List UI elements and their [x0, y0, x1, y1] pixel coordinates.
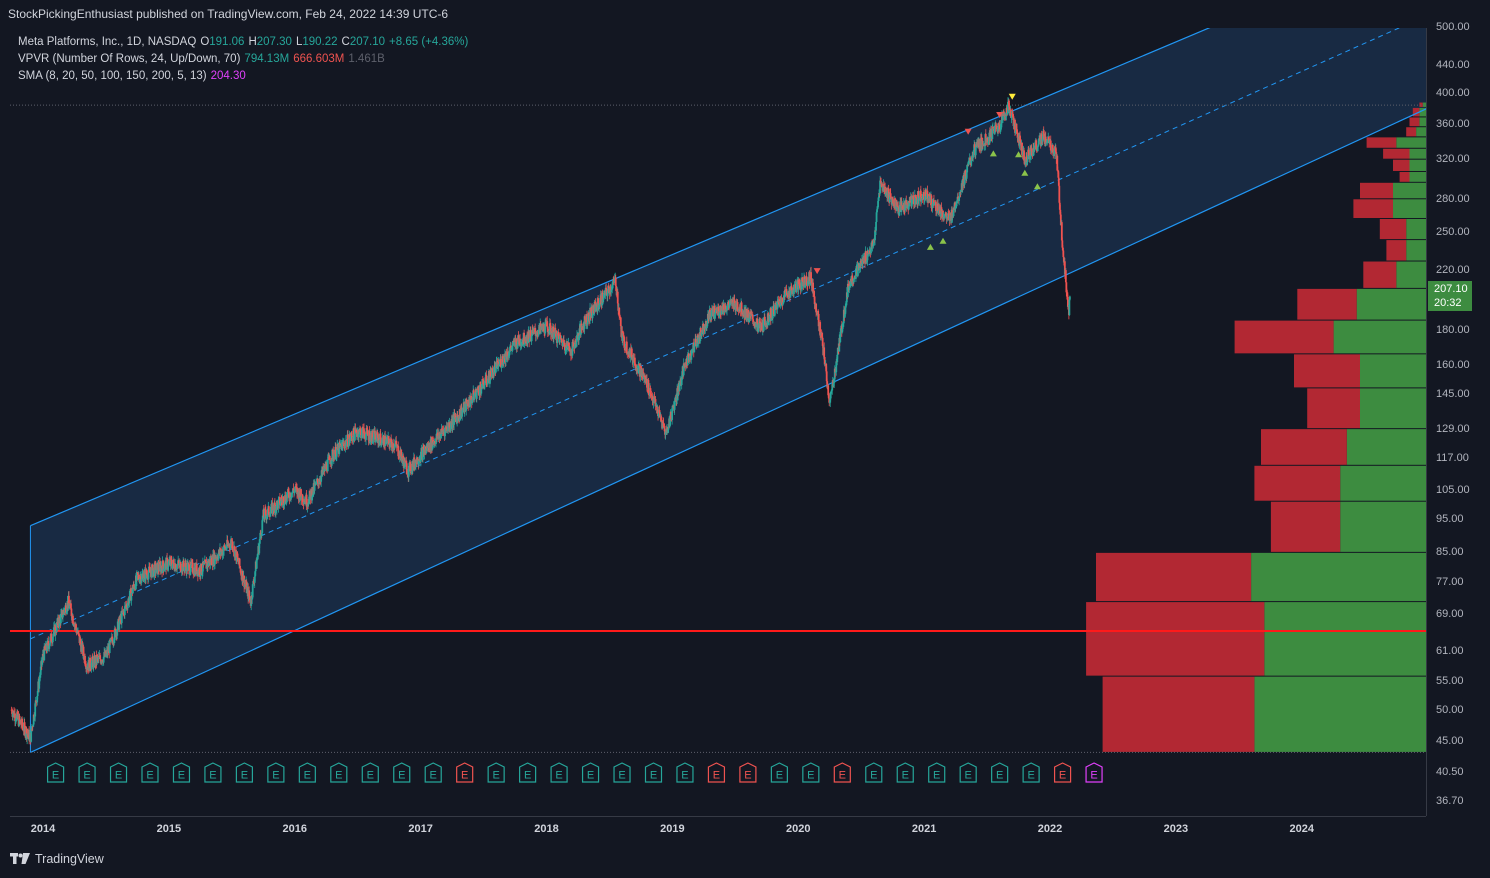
candle-body — [238, 558, 241, 567]
volume-profile-up-bar[interactable] — [1409, 171, 1427, 182]
candle-body — [616, 291, 619, 304]
candle-body — [78, 633, 80, 635]
volume-profile-up-bar[interactable] — [1360, 388, 1426, 429]
volume-profile-down-bar[interactable] — [1383, 148, 1410, 159]
chart-header: StockPickingEnthusiast published on Trad… — [0, 0, 1490, 28]
chart-svg[interactable]: EEEEEEEEEEEEEEEEEEEEEEEEEEEEEEEEEE — [10, 28, 1426, 816]
candle-body — [619, 317, 622, 327]
volume-profile-down-bar[interactable] — [1386, 240, 1407, 261]
volume-profile-down-bar[interactable] — [1261, 429, 1347, 465]
volume-profile-up-bar[interactable] — [1396, 137, 1426, 148]
candle-body — [530, 335, 533, 342]
candle-body — [70, 603, 72, 609]
volume-profile-up-bar[interactable] — [1393, 199, 1426, 218]
candle-body — [116, 629, 119, 636]
volume-profile-down-bar[interactable] — [1406, 127, 1417, 137]
volume-profile-up-bar[interactable] — [1396, 261, 1426, 288]
candle-body — [72, 615, 74, 624]
candle-body — [546, 321, 549, 327]
volume-profile-up-bar[interactable] — [1254, 676, 1426, 752]
candle-body — [61, 615, 64, 618]
volume-profile-up-bar[interactable] — [1264, 602, 1426, 676]
volume-profile-down-bar[interactable] — [1307, 388, 1360, 429]
volume-profile-down-bar[interactable] — [1234, 320, 1334, 354]
volume-profile-down-bar[interactable] — [1353, 199, 1393, 218]
volume-profile-up-bar[interactable] — [1409, 159, 1427, 171]
volume-profile-up-bar[interactable] — [1356, 288, 1426, 320]
volume-profile-up-bar[interactable] — [1340, 501, 1426, 552]
volume-profile-down-bar[interactable] — [1270, 501, 1341, 552]
volume-profile-down-bar[interactable] — [1294, 354, 1360, 388]
volume-profile-up-bar[interactable] — [1360, 354, 1426, 388]
volume-profile-up-bar[interactable] — [1333, 320, 1426, 354]
volume-profile-down-bar[interactable] — [1102, 676, 1255, 752]
volume-profile-up-bar[interactable] — [1251, 552, 1426, 602]
volume-profile-down-bar[interactable] — [1379, 218, 1407, 240]
volume-profile-down-bar[interactable] — [1409, 117, 1420, 127]
volume-profile-down-bar[interactable] — [1419, 102, 1423, 107]
candle-body — [77, 631, 80, 634]
volume-profile-down-bar[interactable] — [1399, 171, 1410, 182]
volume-profile-down-bar[interactable] — [1393, 159, 1410, 171]
volume-profile-down-bar[interactable] — [1096, 552, 1252, 602]
candle-body — [823, 347, 826, 358]
volume-profile-up-bar[interactable] — [1340, 465, 1426, 501]
volume-profile-down-bar[interactable] — [1086, 602, 1265, 676]
volume-profile-down-bar[interactable] — [1297, 288, 1357, 320]
volume-profile-up-bar[interactable] — [1409, 148, 1427, 159]
volume-profile-up-bar[interactable] — [1393, 182, 1426, 199]
candle-body — [706, 323, 709, 327]
volume-profile-up-bar[interactable] — [1406, 218, 1426, 240]
volume-profile-down-bar[interactable] — [1254, 465, 1341, 501]
volume-profile-down-bar[interactable] — [1363, 261, 1397, 288]
volume-profile-up-bar[interactable] — [1419, 117, 1426, 127]
volume-profile-up-bar[interactable] — [1346, 429, 1426, 465]
candle-body — [815, 303, 818, 312]
volume-profile-down-bar[interactable] — [1360, 182, 1393, 199]
volume-profile-up-bar[interactable] — [1416, 127, 1426, 137]
volume-profile-up-bar[interactable] — [1406, 240, 1426, 261]
chart-plot-area[interactable]: EEEEEEEEEEEEEEEEEEEEEEEEEEEEEEEEEE — [10, 28, 1426, 816]
candle-body — [475, 392, 478, 399]
volume-profile-down-bar[interactable] — [1366, 137, 1397, 148]
publisher-caption: StockPickingEnthusiast published on Trad… — [8, 7, 449, 21]
